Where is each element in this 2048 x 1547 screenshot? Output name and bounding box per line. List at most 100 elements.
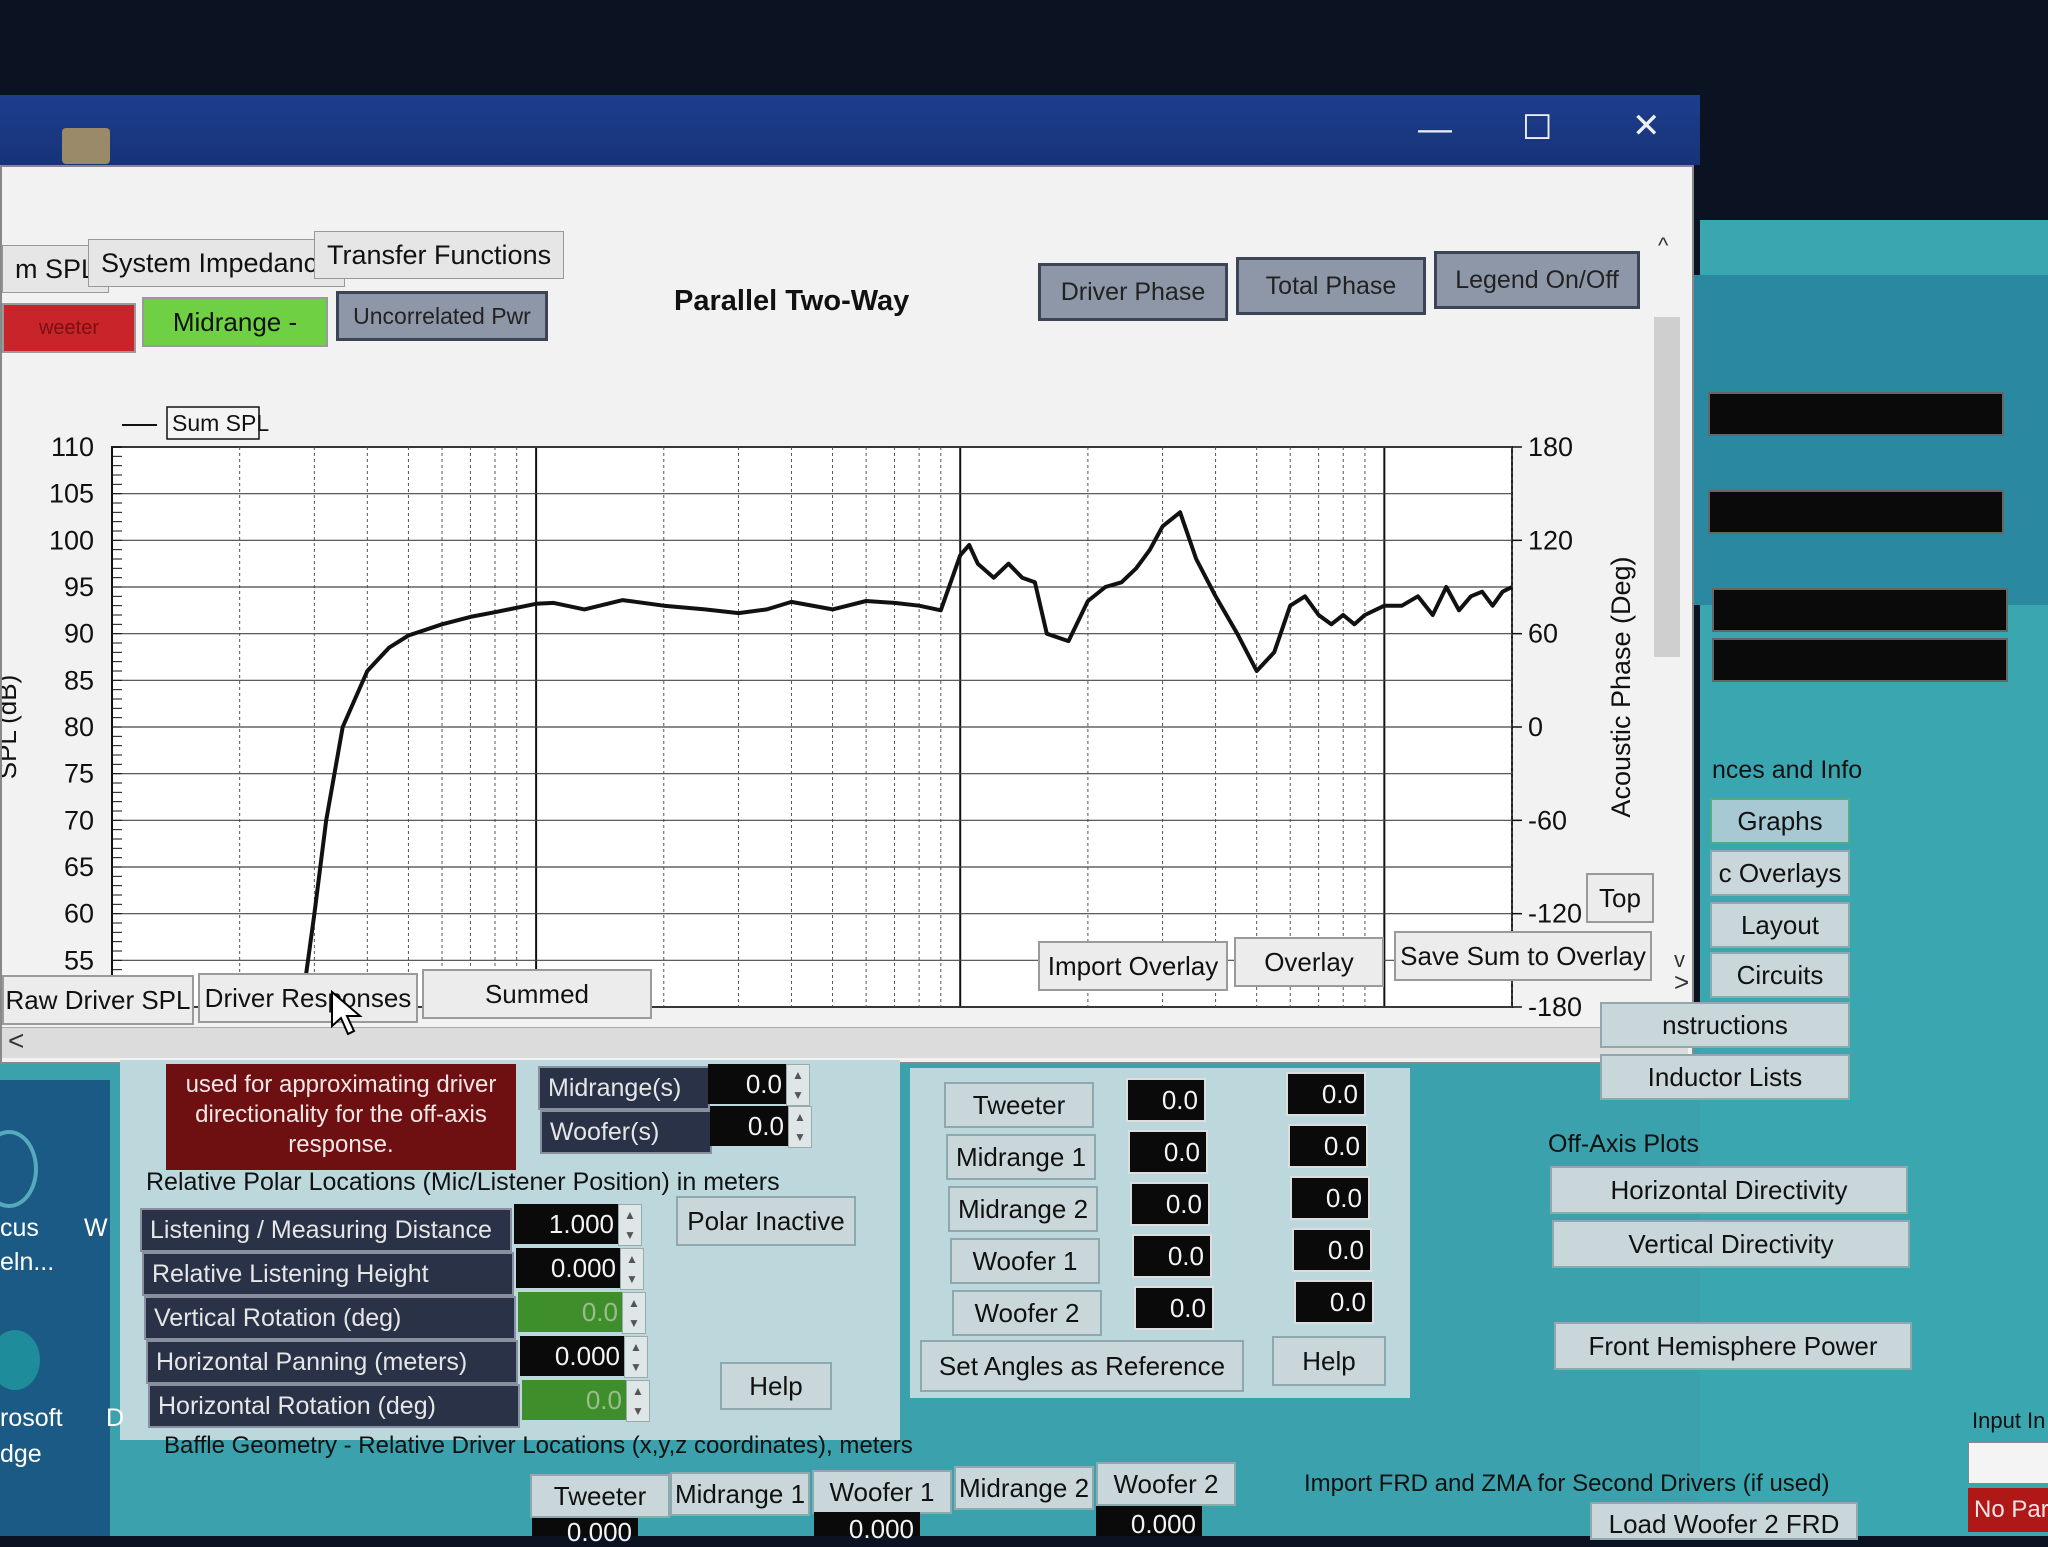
driver-angle-woofer1[interactable]: 0.0 (1132, 1234, 1212, 1278)
top-button[interactable]: Top (1586, 873, 1654, 923)
load-woofer2-frd-button[interactable]: Load Woofer 2 FRD (1590, 1502, 1858, 1540)
woofer-s-spinner[interactable]: ▲▼ (788, 1106, 812, 1148)
tab-summed-response[interactable]: Summed Response (422, 969, 652, 1019)
right-display-4 (1712, 638, 2008, 682)
listening-height-spinner[interactable]: ▲▼ (620, 1248, 644, 1290)
y-tick-label: 55 (64, 945, 94, 975)
driver-angle-woofer2[interactable]: 0.0 (1134, 1286, 1214, 1330)
legend-toggle-button[interactable]: Legend On/Off (1434, 251, 1640, 309)
no-par-text: No Par (1974, 1496, 2048, 1523)
scroll-left-icon[interactable]: < (8, 1025, 24, 1057)
y2-tick-label: -120 (1528, 899, 1582, 929)
horizontal-rotation-value[interactable]: 0.0 (522, 1380, 628, 1420)
legend-sum-spl: Sum SPL (172, 410, 269, 436)
vertical-rotation-value[interactable]: 0.0 (518, 1292, 624, 1332)
driver-woofer2-label: Woofer 2 (952, 1290, 1102, 1336)
tab-raw-driver-spl[interactable]: Raw Driver SPL (2, 975, 194, 1025)
driver-offset-midrange2[interactable]: 0.0 (1290, 1176, 1370, 1220)
right-display-3 (1712, 588, 2008, 632)
polar-header: Relative Polar Locations (Mic/Listener P… (146, 1168, 780, 1197)
driver-angle-tweeter[interactable]: 0.0 (1126, 1078, 1206, 1122)
driver-offset-tweeter[interactable]: 0.0 (1286, 1072, 1366, 1116)
midrange-s-label: Midrange(s) (538, 1066, 710, 1110)
horizontal-panning-spinner[interactable]: ▲▼ (624, 1336, 648, 1378)
uncorrelated-power-button[interactable]: Uncorrelated Pwr (336, 291, 548, 341)
listening-distance-spinner[interactable]: ▲▼ (618, 1204, 642, 1246)
import-frd-label: Import FRD and ZMA for Second Drivers (i… (1304, 1470, 1830, 1498)
y-tick-label: 60 (64, 899, 94, 929)
import-overlay-button[interactable]: Import Overlay (1038, 941, 1228, 991)
baffle-col-midrange1: Midrange 1 (670, 1472, 810, 1516)
total-phase-button[interactable]: Total Phase (1236, 257, 1426, 315)
driver-phase-button[interactable]: Driver Phase (1038, 263, 1228, 321)
driver-angle-midrange1[interactable]: 0.0 (1128, 1130, 1208, 1174)
midrange-s-value[interactable]: 0.0 (708, 1064, 788, 1104)
input-field[interactable] (1968, 1442, 2048, 1484)
horizontal-panning-label: Horizontal Panning (meters) (146, 1340, 518, 1384)
y-axis-label: SPL (dB) (2, 675, 22, 780)
angles-help-button[interactable]: Help (1272, 1336, 1386, 1386)
driver-offset-woofer1[interactable]: 0.0 (1292, 1228, 1372, 1272)
horizontal-rotation-spinner[interactable]: ▲▼ (626, 1380, 650, 1422)
tab-system-impedance[interactable]: System Impedance (88, 239, 345, 287)
polar-inactive-button[interactable]: Polar Inactive (676, 1196, 856, 1246)
front-hemisphere-power-button[interactable]: Front Hemisphere Power (1554, 1322, 1912, 1370)
baffle-col-woofer2: Woofer 2 (1096, 1462, 1236, 1506)
close-button[interactable]: ✕ (1632, 106, 1661, 146)
directivity-note: used for approximating driver directiona… (166, 1064, 516, 1170)
driver-tweeter-label: Tweeter (944, 1082, 1094, 1128)
vertical-directivity-button[interactable]: Vertical Directivity (1552, 1220, 1910, 1268)
layout-button[interactable]: Layout (1710, 902, 1850, 948)
driver-woofer1-label: Woofer 1 (950, 1238, 1100, 1284)
app-icon (62, 128, 110, 164)
baffle-value-1[interactable]: 0.000 (532, 1518, 638, 1536)
woofer-s-value[interactable]: 0.0 (710, 1106, 790, 1146)
graph-title: Parallel Two-Way (674, 285, 909, 318)
horizontal-panning-value[interactable]: 0.000 (520, 1336, 626, 1376)
circuits-button[interactable]: Circuits (1710, 952, 1850, 998)
vertical-rotation-spinner[interactable]: ▲▼ (622, 1292, 646, 1334)
off-axis-plots-label: Off-Axis Plots (1548, 1130, 1699, 1159)
listening-distance-value[interactable]: 1.000 (514, 1204, 620, 1244)
scroll-right-icon[interactable]: > (1674, 967, 1689, 998)
right-display-1 (1708, 392, 2004, 436)
right-panel-header: nces and Info (1712, 756, 1862, 785)
no-par-badge: No Par (1968, 1488, 2048, 1532)
tab-transfer-functions[interactable]: Transfer Functions (314, 231, 564, 279)
tab-driver-responses[interactable]: Driver Responses (198, 973, 418, 1023)
baffle-value-3[interactable]: 0.000 (1096, 1506, 1202, 1536)
baffle-value-2[interactable]: 0.000 (814, 1512, 920, 1536)
minimize-button[interactable]: — (1418, 110, 1452, 149)
baffle-col-tweeter: Tweeter (530, 1474, 670, 1518)
maximize-button[interactable]: ☐ (1522, 108, 1552, 148)
baffle-col-woofer1: Woofer 1 (812, 1470, 952, 1514)
y-tick-label: 110 (51, 432, 94, 462)
set-angles-reference-button[interactable]: Set Angles as Reference (920, 1340, 1244, 1392)
graph-window: m SPL System Impedance Transfer Function… (0, 165, 1694, 1064)
horizontal-directivity-button[interactable]: Horizontal Directivity (1550, 1166, 1908, 1214)
driver-angle-midrange2[interactable]: 0.0 (1130, 1182, 1210, 1226)
driver-midrange1-label: Midrange 1 (946, 1134, 1096, 1180)
y2-tick-label: 0 (1528, 712, 1543, 742)
y2-tick-label: 180 (1528, 432, 1573, 462)
driver-offset-woofer2[interactable]: 0.0 (1294, 1280, 1374, 1324)
overlays-button[interactable]: c Overlays (1710, 850, 1850, 896)
y2-axis-label: Acoustic Phase (Deg) (1606, 556, 1636, 817)
inductor-lists-button[interactable]: Inductor Lists (1600, 1054, 1850, 1100)
polar-help-button[interactable]: Help (720, 1362, 832, 1410)
vertical-rotation-label: Vertical Rotation (deg) (144, 1296, 516, 1340)
y2-tick-label: -180 (1528, 992, 1582, 1022)
scroll-up-icon[interactable]: ^ (1658, 233, 1668, 259)
listening-height-value[interactable]: 0.000 (516, 1248, 622, 1288)
instructions-button[interactable]: nstructions (1600, 1002, 1850, 1048)
y-tick-label: 90 (64, 619, 94, 649)
horizontal-scrollbar[interactable] (2, 1027, 1688, 1058)
desktop-label-eln: eln... (0, 1248, 54, 1277)
overlay-button[interactable]: Overlay (1234, 937, 1384, 987)
midrange-s-spinner[interactable]: ▲▼ (786, 1064, 810, 1106)
graphs-button[interactable]: Graphs (1710, 798, 1850, 844)
driver-offset-midrange1[interactable]: 0.0 (1288, 1124, 1368, 1168)
listening-height-label: Relative Listening Height (meters) (142, 1252, 514, 1296)
save-sum-overlay-button[interactable]: Save Sum to Overlay (1394, 931, 1652, 981)
y-tick-label: 100 (49, 525, 94, 555)
